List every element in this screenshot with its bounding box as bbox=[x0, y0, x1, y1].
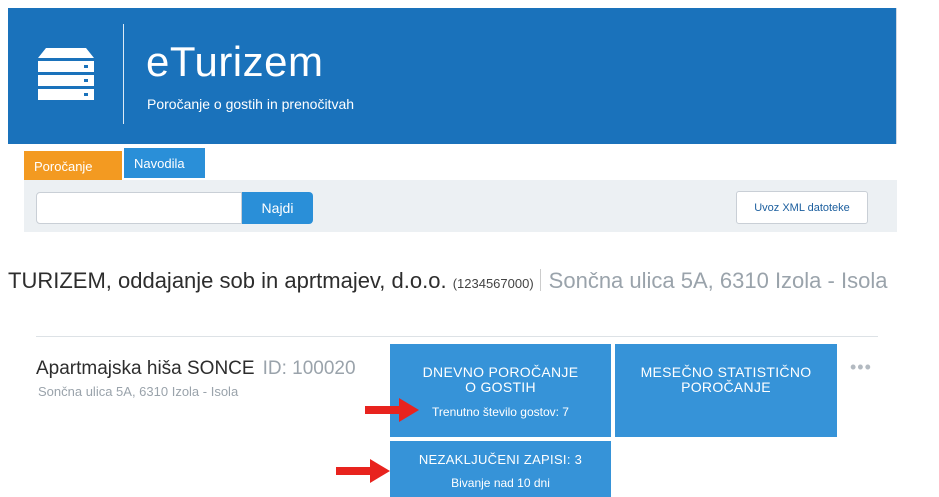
server-icon bbox=[38, 48, 94, 100]
search-bar: Najdi Uvoz XML datoteke bbox=[24, 180, 897, 232]
unit-heading: Apartmajska hiša SONCE ID: 100020 bbox=[36, 358, 356, 380]
open-records-title: NEZAKLJUČENI ZAPISI: 3 bbox=[418, 452, 583, 467]
header-edge-line bbox=[896, 8, 897, 144]
section-divider bbox=[36, 336, 878, 337]
company-address: Sončna ulica 5A, 6310 Izola - Isola bbox=[548, 268, 888, 293]
app-header: eTurizem Poročanje o gostih in prenočitv… bbox=[8, 8, 896, 144]
unit-name: Apartmajska hiša SONCE bbox=[36, 358, 255, 379]
daily-reporting-title-2: O GOSTIH bbox=[465, 379, 536, 395]
company-separator bbox=[539, 269, 541, 291]
more-horizontal-icon[interactable]: ••• bbox=[850, 358, 872, 376]
company-name: TURIZEM, oddajanje sob in aprtmajev, d.o… bbox=[8, 268, 447, 293]
header-divider bbox=[123, 24, 124, 124]
monthly-statistics-tile[interactable]: MESEČNO STATISTIČNO POROČANJE bbox=[615, 344, 837, 437]
unit-address: Sončna ulica 5A, 6310 Izola - Isola bbox=[38, 384, 239, 399]
red-arrow-icon bbox=[336, 459, 390, 483]
monthly-statistics-title-1: MESEČNO STATISTIČNO bbox=[640, 364, 812, 380]
open-records-tile[interactable]: NEZAKLJUČENI ZAPISI: 3 Bivanje nad 10 dn… bbox=[390, 441, 611, 497]
monthly-statistics-title-2: POROČANJE bbox=[681, 379, 771, 395]
search-input[interactable] bbox=[36, 192, 242, 224]
current-guests-count: Trenutno število gostov: 7 bbox=[432, 405, 569, 419]
tab-porocanje[interactable]: Poročanje bbox=[24, 151, 122, 181]
unit-id: ID: 100020 bbox=[262, 358, 356, 379]
daily-reporting-title-1: DNEVNO POROČANJE bbox=[422, 364, 579, 380]
tab-navodila[interactable]: Navodila bbox=[124, 148, 205, 178]
daily-reporting-tile[interactable]: DNEVNO POROČANJE O GOSTIH Trenutno števi… bbox=[390, 344, 611, 437]
app-title: eTurizem bbox=[146, 38, 324, 85]
company-tax-id: (1234567000) bbox=[452, 276, 534, 291]
company-heading: TURIZEM, oddajanje sob in aprtmajev, d.o… bbox=[8, 268, 887, 294]
open-records-subtitle: Bivanje nad 10 dni bbox=[451, 476, 550, 490]
red-arrow-icon bbox=[365, 398, 419, 422]
xml-import-button[interactable]: Uvoz XML datoteke bbox=[736, 191, 868, 224]
app-subtitle: Poročanje o gostih in prenočitvah bbox=[147, 96, 355, 112]
search-button[interactable]: Najdi bbox=[242, 192, 313, 224]
